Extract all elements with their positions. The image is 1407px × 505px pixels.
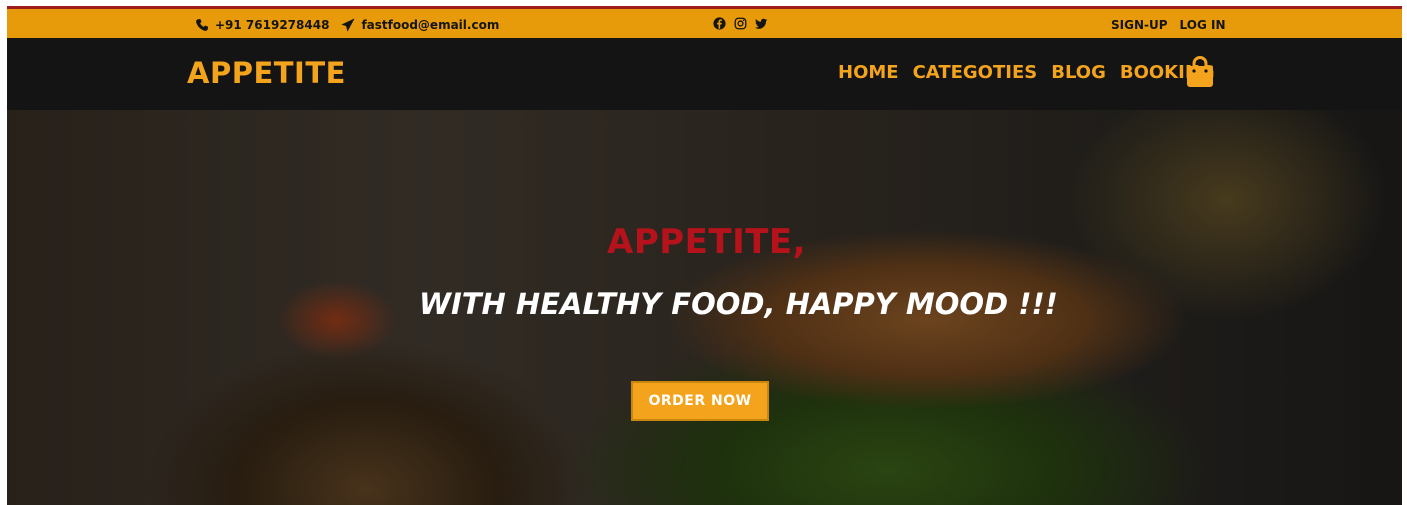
login-link[interactable]: LOG IN (1180, 18, 1226, 32)
nav-menu: HOME CATEGOTIES BLOG BOOKING (838, 62, 1215, 83)
signup-link[interactable]: SIGN-UP (1111, 18, 1168, 32)
send-icon (341, 18, 356, 32)
hero-subtitle: WITH HEALTHY FOOD, HAPPY MOOD !!! (419, 287, 1058, 321)
contact-info: +91 7619278448 fastfood@email.com (195, 18, 511, 32)
nav-item-blog[interactable]: BLOG (1051, 62, 1106, 83)
hero-banner: APPETITE, WITH HEALTHY FOOD, HAPPY MOOD … (7, 110, 1402, 505)
main-navbar: APPETITE HOME CATEGOTIES BLOG BOOKING (7, 38, 1402, 110)
nav-item-home[interactable]: HOME (838, 62, 899, 83)
top-bar: +91 7619278448 fastfood@email.com SIGN-U… (7, 6, 1402, 38)
page: +91 7619278448 fastfood@email.com SIGN-U… (7, 6, 1402, 505)
facebook-icon[interactable] (713, 17, 726, 30)
phone-number: +91 7619278448 (215, 18, 330, 32)
instagram-icon[interactable] (734, 17, 747, 30)
shopping-bag-icon[interactable] (1185, 56, 1215, 88)
phone-icon (195, 18, 209, 32)
email-address: fastfood@email.com (361, 18, 500, 32)
social-links (713, 17, 768, 30)
nav-item-categories[interactable]: CATEGOTIES (913, 62, 1038, 83)
hero-title: APPETITE, (607, 222, 807, 262)
order-now-button[interactable]: ORDER NOW (631, 381, 769, 421)
twitter-icon[interactable] (755, 17, 768, 30)
site-logo[interactable]: APPETITE (187, 56, 346, 90)
auth-links: SIGN-UP LOG IN (1111, 18, 1226, 32)
